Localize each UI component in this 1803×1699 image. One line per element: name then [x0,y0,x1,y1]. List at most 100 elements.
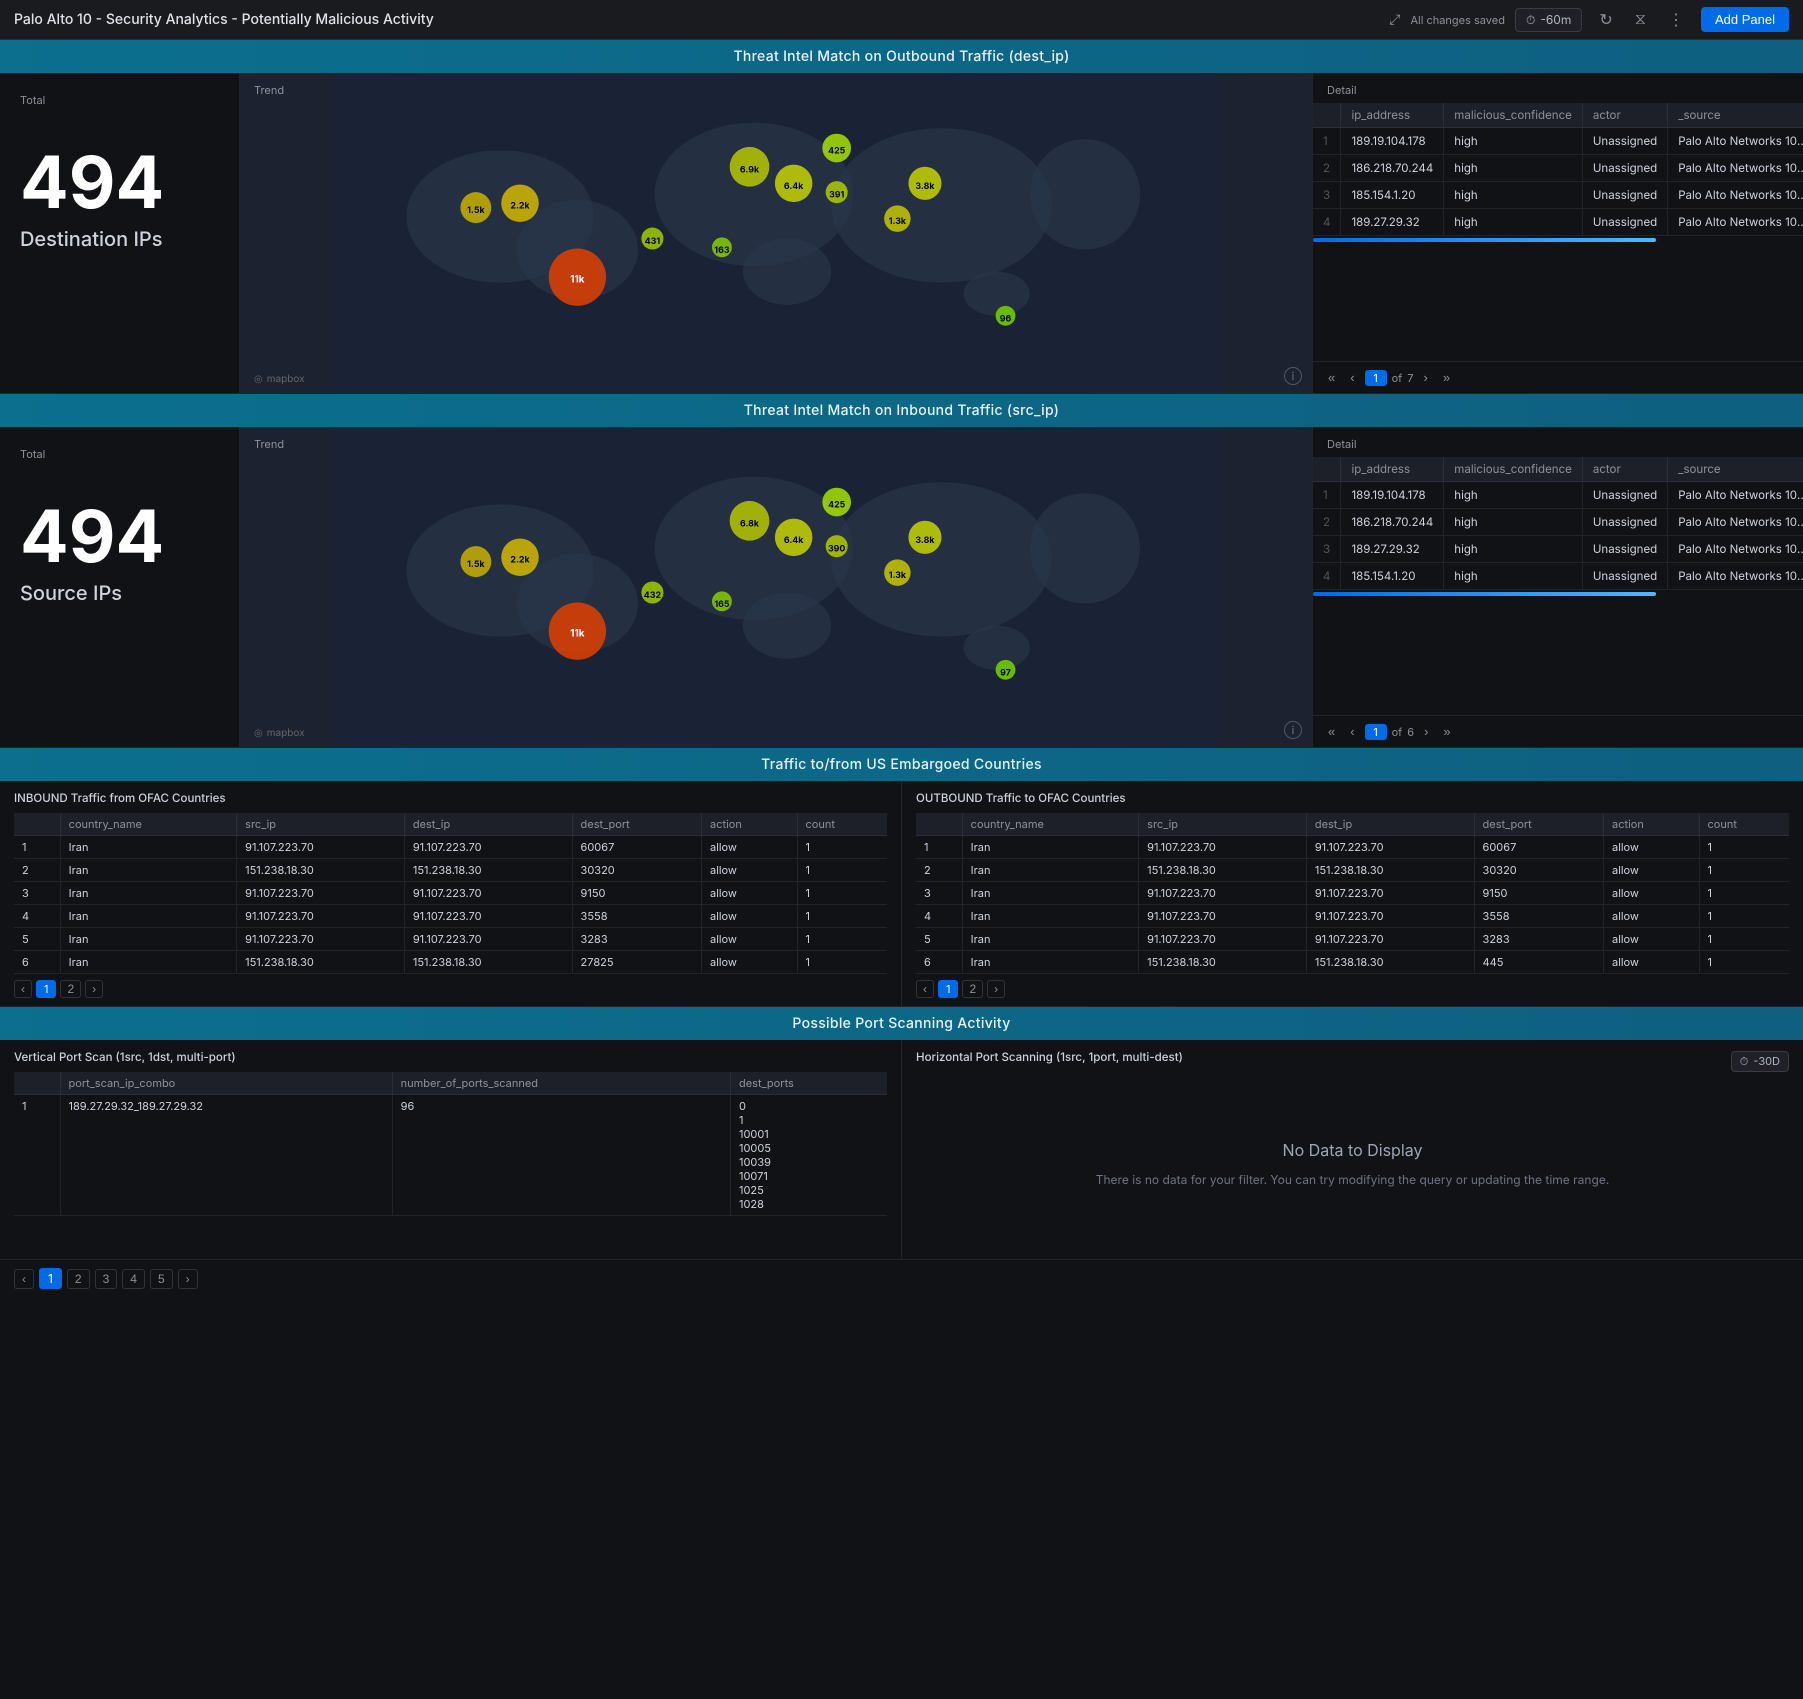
cell-0: 3 [916,882,962,905]
cell-4: 9150 [572,882,701,905]
outbound-pag-1[interactable]: 1 [938,980,958,998]
cell-3: 91.107.223.70 [404,928,572,951]
cell-0: 4 [14,905,60,928]
cell-1: Iran [60,859,236,882]
table-row: 4Iran91.107.223.7091.107.223.703558allow… [14,905,887,928]
s2-pag-prev-btn[interactable]: ‹ [1345,722,1359,741]
th-country: country_name [60,813,236,836]
inbound-pag-1[interactable]: 1 [36,980,56,998]
section2-header: Threat Intel Match on Inbound Traffic (s… [0,394,1803,427]
actor: Unassigned [1582,182,1667,209]
ps-th-ports: dest_ports [730,1072,887,1095]
pag-next-btn[interactable]: › [1418,368,1432,387]
table-row: 4 185.154.1.20 high Unassigned Palo Alto… [1313,563,1803,590]
inbound-pag-prev[interactable]: ‹ [14,980,32,998]
s2-pag-total: 6 [1407,725,1414,739]
cell-2: 91.107.223.70 [1139,928,1307,951]
cell-2: 91.107.223.70 [237,928,405,951]
th2-empty [916,813,962,836]
th2-dest-ip: dest_ip [1306,813,1474,836]
outbound-pag-prev[interactable]: ‹ [916,980,934,998]
table-row: 2Iran151.238.18.30151.238.18.3030320allo… [916,859,1789,882]
cell-3: 91.107.223.70 [1306,882,1474,905]
ip-address: 186.218.70.244 [1341,155,1444,182]
cell-4: 60067 [1474,836,1603,859]
cell-5: allow [1604,905,1700,928]
cell-0: 6 [14,951,60,974]
outbound-pag-2[interactable]: 2 [962,980,983,998]
bp-5[interactable]: 5 [150,1269,173,1289]
section2-sub: Source IPs [20,581,223,605]
s2-pag-of: of [1392,725,1403,739]
s2-pag-next-btn[interactable]: › [1419,722,1433,741]
more-options-icon[interactable]: ⋮ [1663,7,1689,33]
saved-label: All changes saved [1410,13,1504,27]
time-range-selector[interactable]: ⏱ -60m [1515,8,1582,32]
cell-1: Iran [962,905,1138,928]
th-count: count [797,813,887,836]
cell-2: 151.238.18.30 [1139,951,1307,974]
cell-6: 1 [797,905,887,928]
malicious-confidence: high [1444,563,1583,590]
cell-4: 3558 [1474,905,1603,928]
th2-country: country_name [962,813,1138,836]
pag-last-btn[interactable]: » [1438,368,1455,387]
svg-text:390: 390 [828,544,845,555]
section3-panel: Traffic to/from US Embargoed Countries I… [0,748,1803,1007]
cell-6: 1 [1699,951,1789,974]
cell-0: 1 [916,836,962,859]
malicious-confidence: high [1444,209,1583,236]
bp-2[interactable]: 2 [67,1269,90,1289]
ps-th-count: number_of_ports_scanned [392,1072,730,1095]
bp-3[interactable]: 3 [95,1269,118,1289]
svg-text:6.4k: 6.4k [784,181,804,192]
refresh-button[interactable]: ↻ [1594,7,1617,33]
svg-text:11k: 11k [570,628,585,640]
section3-tables-row: INBOUND Traffic from OFAC Countries coun… [0,781,1803,1006]
row-num: 1 [1313,482,1341,509]
horiz-time-badge[interactable]: ⏱ -30D [1731,1051,1789,1072]
bp-next[interactable]: › [178,1269,198,1289]
cell-6: 1 [797,928,887,951]
cell-5: allow [702,951,798,974]
section2-map-svg: 11k 2.2k 1.5k 6.8k 6.4k 425 3.8k 390 1.3… [240,427,1312,747]
bp-4[interactable]: 4 [122,1269,145,1289]
filter-icon[interactable]: ⧖ [1630,8,1651,32]
source: Palo Alto Networks 10 Cloud Messages [1668,209,1803,236]
svg-text:11k: 11k [570,274,585,286]
vertical-scan-label: Vertical Port Scan (1src, 1dst, multi-po… [14,1050,887,1064]
cell-5: allow [1604,882,1700,905]
section2-panel: Total 494 Source IPs Trend 11k 2.2k 1.5k… [0,427,1803,748]
s2-pag-first-btn[interactable]: « [1323,722,1340,741]
row-num: 4 [1313,563,1341,590]
actor: Unassigned [1582,509,1667,536]
cell-4: 3283 [572,928,701,951]
map-info-icon1[interactable]: i [1284,367,1302,385]
section2-total-label: Total [20,447,223,461]
bp-prev[interactable]: ‹ [14,1269,34,1289]
bp-1[interactable]: 1 [39,1268,62,1289]
outbound-pag-next[interactable]: › [987,980,1005,998]
ps-combo: 189.27.29.32_189.27.29.32 [60,1095,392,1216]
svg-text:3.8k: 3.8k [915,181,935,192]
section1-header: Threat Intel Match on Outbound Traffic (… [0,40,1803,73]
pag-first-btn[interactable]: « [1323,368,1340,387]
map-info-icon2[interactable]: i [1284,721,1302,739]
horizontal-scan-panel: Horizontal Port Scanning (1src, 1port, m… [902,1040,1803,1259]
actor: Unassigned [1582,536,1667,563]
s2-pag-last-btn[interactable]: » [1438,722,1455,741]
inbound-pag-next[interactable]: › [85,980,103,998]
inbound-pag-2[interactable]: 2 [60,980,81,998]
cell-0: 5 [916,928,962,951]
source: Palo Alto Networks 10 Cloud Messages [1668,155,1803,182]
cell-1: Iran [962,882,1138,905]
outbound-pagination: ‹ 1 2 › [916,974,1789,1006]
section1-total-col: Total 494 Destination IPs [0,73,240,393]
ip-address: 189.27.29.32 [1341,209,1444,236]
cell-0: 2 [14,859,60,882]
col-ip: ip_address [1341,103,1444,128]
cell-4: 3558 [572,905,701,928]
pag-prev-btn[interactable]: ‹ [1345,368,1359,387]
malicious-confidence: high [1444,509,1583,536]
add-panel-button[interactable]: Add Panel [1701,7,1789,32]
